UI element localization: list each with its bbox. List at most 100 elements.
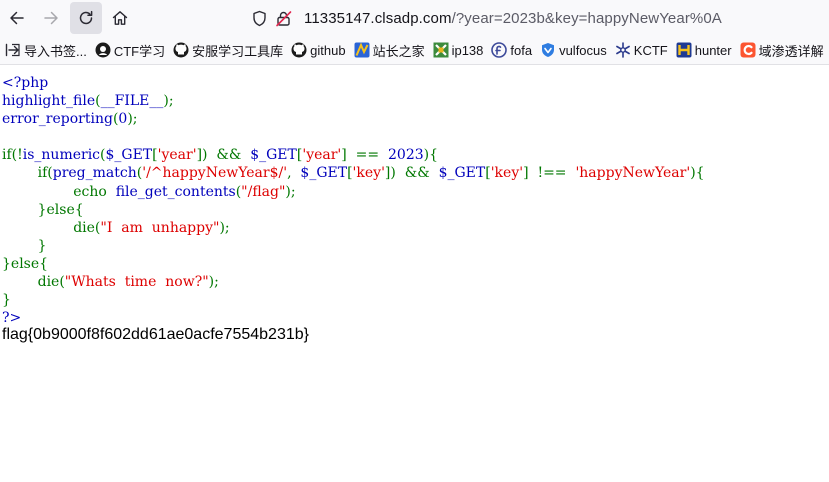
code-token: 'year': [157, 147, 197, 164]
import-icon: [5, 42, 21, 58]
chinaz-icon: [354, 42, 370, 58]
bookmark-chinaz[interactable]: 站长之家: [354, 41, 425, 60]
bookmark-tools[interactable]: 安服学习工具库: [173, 41, 283, 60]
code-token: );: [219, 219, 230, 236]
code-token: ){: [690, 165, 705, 182]
bookmark-import[interactable]: 导入书签...: [5, 41, 87, 60]
arrow-left-icon: [10, 11, 24, 25]
code-token: ]) &&: [196, 147, 251, 164]
kctf-icon: [615, 42, 631, 58]
code-line: }: [2, 237, 705, 255]
code-line: error_reporting(0);: [2, 110, 705, 128]
github-icon: [173, 42, 189, 58]
code-line: if(preg_match('/^happyNewYear$/', $_GET[…: [2, 164, 705, 182]
hunter-icon: [676, 42, 692, 58]
reload-button[interactable]: [70, 2, 102, 34]
code-token: ,: [287, 165, 301, 182]
code-token: $_GET: [250, 147, 297, 164]
code-token: ]) &&: [384, 165, 439, 182]
code-token: ] ==: [341, 147, 389, 164]
code-token: );: [127, 111, 138, 128]
code-token: 'year': [302, 147, 342, 164]
code-token: );: [163, 93, 174, 110]
bookmark-label: 站长之家: [372, 43, 425, 59]
code-token: preg_match: [52, 165, 137, 182]
home-button[interactable]: [104, 2, 136, 34]
bookmark-label: ip138: [451, 42, 484, 58]
code-token: is_numeric: [22, 147, 101, 164]
url-path: /?year=2023b&key=happyNewYear%0A: [451, 9, 722, 27]
reload-icon: [79, 10, 93, 25]
code-token: ){: [423, 147, 439, 164]
code-token: }else{: [2, 255, 49, 272]
code-token: '/^happyNewYear$/': [142, 165, 288, 182]
code-token: $_GET: [300, 165, 348, 182]
code-token: );: [285, 183, 296, 200]
bookmark-label: 域渗透详解: [758, 43, 824, 59]
code-token: <?php: [2, 75, 49, 91]
code-token: if(: [2, 165, 53, 182]
url-bar[interactable]: 11335147.clsadp.com/?year=2023b&key=happ…: [248, 3, 829, 33]
code-token: die(: [2, 219, 101, 236]
code-token: );: [208, 274, 219, 291]
bookmark-label: KCTF: [633, 42, 668, 58]
bookmark-github[interactable]: github: [291, 42, 346, 58]
code-line: echo file_get_contents("/flag");: [2, 183, 705, 201]
code-token: if(!: [2, 147, 23, 164]
bookmark-label: 安服学习工具库: [192, 43, 284, 59]
vulfocus-icon: [540, 42, 556, 58]
code-token: ?>: [2, 310, 22, 327]
code-token: "/flag": [241, 183, 286, 200]
code-token: 2023: [388, 147, 424, 164]
csdn-icon: [740, 42, 756, 58]
code-token: 'happyNewYear': [575, 165, 691, 182]
url-text[interactable]: 11335147.clsadp.com/?year=2023b&key=happ…: [304, 10, 722, 27]
forward-button[interactable]: [35, 2, 67, 34]
ip138-icon: [433, 42, 449, 58]
code-line: }else{: [2, 255, 705, 273]
bookmark-fofa[interactable]: fofa: [491, 42, 532, 58]
php-source-code: <?php highlight_file(__FILE__); error_repo…: [2, 74, 705, 327]
code-token: $_GET: [438, 165, 486, 182]
code-line: }: [2, 291, 705, 309]
code-line: die("Whats time now?");: [2, 273, 705, 291]
bookmarks-toolbar: 导入书签... CTF学习 安服学习工具库 github 站长之家 ip138: [0, 36, 829, 65]
bookmark-label: github: [310, 42, 346, 58]
code-line: if(!is_numeric($_GET['year']) && $_GET['…: [2, 146, 705, 164]
shield-icon[interactable]: [248, 7, 270, 29]
bookmark-vulfocus[interactable]: vulfocus: [540, 42, 607, 58]
code-token: ] !==: [523, 165, 576, 182]
url-host: 11335147.clsadp.com: [304, 9, 452, 27]
code-token: }else{: [2, 201, 84, 218]
bookmark-label: 导入书签...: [24, 43, 87, 59]
flag-output: flag{0b9000f8f602dd61ae0acfe7554b231b}: [2, 326, 309, 343]
code-token: 'key': [352, 165, 385, 182]
code-token: file_get_contents: [115, 183, 236, 200]
code-token: 0: [118, 111, 128, 128]
ctf-icon: [95, 42, 111, 58]
bookmark-domain-pentest[interactable]: 域渗透详解: [740, 41, 824, 60]
code-line: <?php: [2, 74, 705, 92]
bookmark-ctf[interactable]: CTF学习: [95, 41, 165, 60]
github-icon: [291, 42, 307, 58]
code-token: highlight_file: [2, 93, 96, 110]
code-line: ?>: [2, 309, 705, 327]
code-line: }else{: [2, 201, 705, 219]
code-token: error_reporting: [2, 111, 113, 128]
bookmark-ip138[interactable]: ip138: [433, 42, 484, 58]
code-token: }: [2, 292, 11, 309]
code-token: }: [2, 237, 47, 254]
page-content: <?php highlight_file(__FILE__); error_repo…: [0, 65, 829, 482]
bookmark-label: vulfocus: [559, 42, 607, 58]
bookmark-kctf[interactable]: KCTF: [615, 42, 668, 58]
code-token: "I am unhappy": [100, 219, 220, 236]
back-button[interactable]: [1, 2, 33, 34]
code-token: echo: [2, 183, 116, 200]
code-token: 'key': [490, 165, 524, 182]
bookmark-label: CTF学习: [113, 43, 166, 59]
insecure-lock-icon[interactable]: [272, 7, 294, 29]
fofa-icon: [491, 42, 508, 58]
code-token: die(: [2, 274, 65, 291]
bookmark-hunter[interactable]: hunter: [676, 42, 732, 58]
